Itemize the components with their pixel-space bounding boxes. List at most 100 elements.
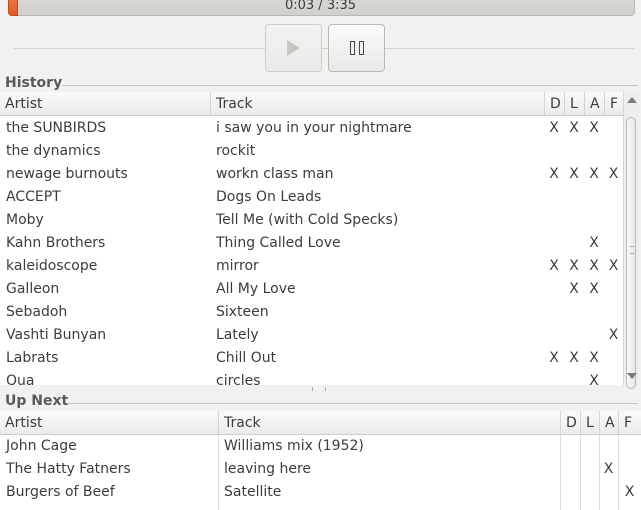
up-next-col-d[interactable]: D (560, 411, 580, 435)
history-cell-l: X (569, 281, 579, 297)
history-cell-a: X (589, 120, 599, 136)
history-cell-l: X (569, 166, 579, 182)
history-title: History (5, 75, 63, 91)
history-cell-artist: Moby (6, 212, 44, 228)
history-row[interactable]: Qua circles X (0, 370, 623, 385)
history-cell-artist: kaleidoscope (6, 258, 98, 274)
history-cell-artist: Vashti Bunyan (6, 327, 107, 343)
history-row[interactable]: Moby Tell Me (with Cold Specks) (0, 209, 623, 232)
history-cell-l: X (569, 258, 579, 274)
history-cell-artist: Kahn Brothers (6, 235, 106, 251)
column-divider (618, 435, 619, 510)
up-next-cell-artist: Burgers of Beef (6, 484, 115, 500)
history-header: Artist Track D L A F (0, 92, 623, 116)
up-next-row[interactable]: Burgers of Beef Satellite X (0, 481, 641, 504)
history-cell-artist: newage burnouts (6, 166, 128, 182)
history-rule (62, 85, 638, 86)
time-display: 0:03 / 3:35 (284, 0, 357, 13)
history-cell-d: X (549, 258, 559, 274)
up-next-col-track[interactable]: Track (218, 411, 560, 435)
history-row[interactable]: the SUNBIRDS i saw you in your nightmare X… (0, 117, 623, 140)
history-row[interactable]: Vashti Bunyan Lately X (0, 324, 623, 347)
up-next-col-f[interactable]: F (618, 411, 641, 435)
play-icon (287, 40, 300, 56)
history-cell-d: X (549, 166, 559, 182)
history-col-track[interactable]: Track (210, 92, 544, 116)
up-next-cell-track: Satellite (224, 484, 282, 500)
history-cell-a: X (589, 235, 599, 251)
up-next-title: Up Next (5, 393, 69, 409)
up-next-cell-a: X (603, 461, 614, 477)
history-cell-track: Sixteen (216, 304, 269, 320)
history-row[interactable]: Kahn Brothers Thing Called Love X (0, 232, 623, 255)
history-cell-a: X (589, 166, 599, 182)
history-cell-a: X (589, 350, 599, 366)
column-divider (599, 435, 600, 510)
history-cell-track: circles (216, 373, 261, 385)
history-cell-f: X (608, 327, 619, 343)
up-next-col-l[interactable]: L (580, 411, 599, 435)
history-row[interactable]: newage burnouts workn class man X X X X (0, 163, 623, 186)
history-cell-artist: Galleon (6, 281, 60, 297)
up-next-cell-track: leaving here (224, 461, 312, 477)
history-row[interactable]: kaleidoscope mirror X X X X (0, 255, 623, 278)
up-next-row[interactable]: John Cage Williams mix (1952) (0, 435, 641, 458)
up-next-header: Artist Track D L A F (0, 411, 641, 435)
history-cell-track: workn class man (216, 166, 334, 182)
history-cell-d: X (549, 120, 559, 136)
history-cell-track: Tell Me (with Cold Specks) (216, 212, 399, 228)
play-button[interactable] (265, 24, 322, 72)
history-row[interactable]: the dynamics rockit (0, 140, 623, 163)
history-cell-f: X (608, 258, 619, 274)
history-cell-d: X (549, 350, 559, 366)
history-cell-artist: Sebadoh (6, 304, 68, 320)
history-cell-a: X (589, 373, 599, 385)
history-cell-track: Thing Called Love (216, 235, 341, 251)
history-row[interactable]: Labrats Chill Out X X X (0, 347, 623, 370)
history-cell-track: Dogs On Leads (216, 189, 322, 205)
history-row[interactable]: ACCEPT Dogs On Leads (0, 186, 623, 209)
history-list[interactable]: Artist Track D L A F the SUNBIRDS i saw y… (0, 92, 623, 385)
history-cell-l: X (569, 120, 579, 136)
up-next-col-a[interactable]: A (599, 411, 618, 435)
up-next-cell-track: Williams mix (1952) (224, 438, 364, 454)
pause-button[interactable] (328, 24, 385, 72)
pane-resize-handle[interactable] (312, 387, 326, 391)
scroll-thumb[interactable] (626, 117, 636, 389)
column-divider (560, 435, 561, 510)
history-cell-track: i saw you in your nightmare (216, 120, 412, 136)
column-divider (218, 435, 219, 510)
history-cell-a: X (589, 258, 599, 274)
up-next-rows: John Cage Williams mix (1952) The Hatty Fa… (0, 435, 641, 504)
seek-bar[interactable]: 0:03 / 3:35 (0, 0, 641, 16)
history-rows: the SUNBIRDS i saw you in your nightmare X… (0, 117, 623, 385)
history-cell-track: All My Love (216, 281, 296, 297)
grip-icon (630, 246, 634, 254)
scroll-down-icon[interactable] (627, 373, 637, 379)
history-col-f[interactable]: F (604, 92, 623, 116)
history-cell-artist: the dynamics (6, 143, 101, 159)
up-next-list[interactable]: Artist Track D L A F John Cage Williams m… (0, 411, 641, 510)
controls-divider (14, 48, 634, 49)
history-cell-track: rockit (216, 143, 256, 159)
up-next-col-artist[interactable]: Artist (0, 411, 218, 435)
column-divider (580, 435, 581, 510)
history-col-artist[interactable]: Artist (0, 92, 210, 116)
history-cell-track: Chill Out (216, 350, 277, 366)
history-col-a[interactable]: A (584, 92, 604, 116)
history-col-d[interactable]: D (544, 92, 564, 116)
history-scrollbar[interactable] (623, 91, 639, 389)
history-cell-artist: ACCEPT (6, 189, 61, 205)
history-cell-track: Lately (216, 327, 259, 343)
history-cell-artist: Qua (6, 373, 35, 385)
history-row[interactable]: Galleon All My Love X X (0, 278, 623, 301)
history-cell-f: X (608, 166, 619, 182)
history-col-l[interactable]: L (564, 92, 584, 116)
up-next-row[interactable]: The Hatty Fatners leaving here X (0, 458, 641, 481)
pause-icon (349, 41, 364, 55)
history-cell-artist: the SUNBIRDS (6, 120, 107, 136)
history-row[interactable]: Sebadoh Sixteen (0, 301, 623, 324)
history-cell-l: X (569, 350, 579, 366)
scroll-up-icon[interactable] (627, 97, 637, 103)
history-cell-a: X (589, 281, 599, 297)
